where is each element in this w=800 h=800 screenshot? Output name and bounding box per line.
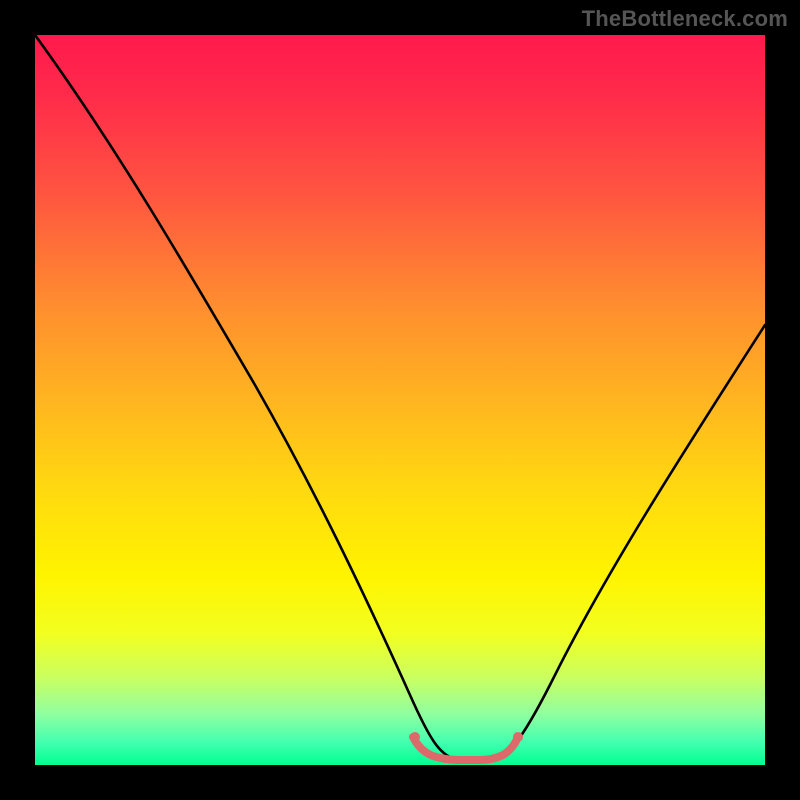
curve-layer	[35, 35, 765, 765]
chart-frame: TheBottleneck.com	[0, 0, 800, 800]
bottleneck-curve	[35, 35, 765, 759]
watermark-text: TheBottleneck.com	[582, 6, 788, 32]
marker-dot-left	[410, 732, 420, 742]
marker-dot-right	[513, 732, 523, 742]
plot-area	[35, 35, 765, 765]
optimal-band-marker	[413, 737, 518, 760]
